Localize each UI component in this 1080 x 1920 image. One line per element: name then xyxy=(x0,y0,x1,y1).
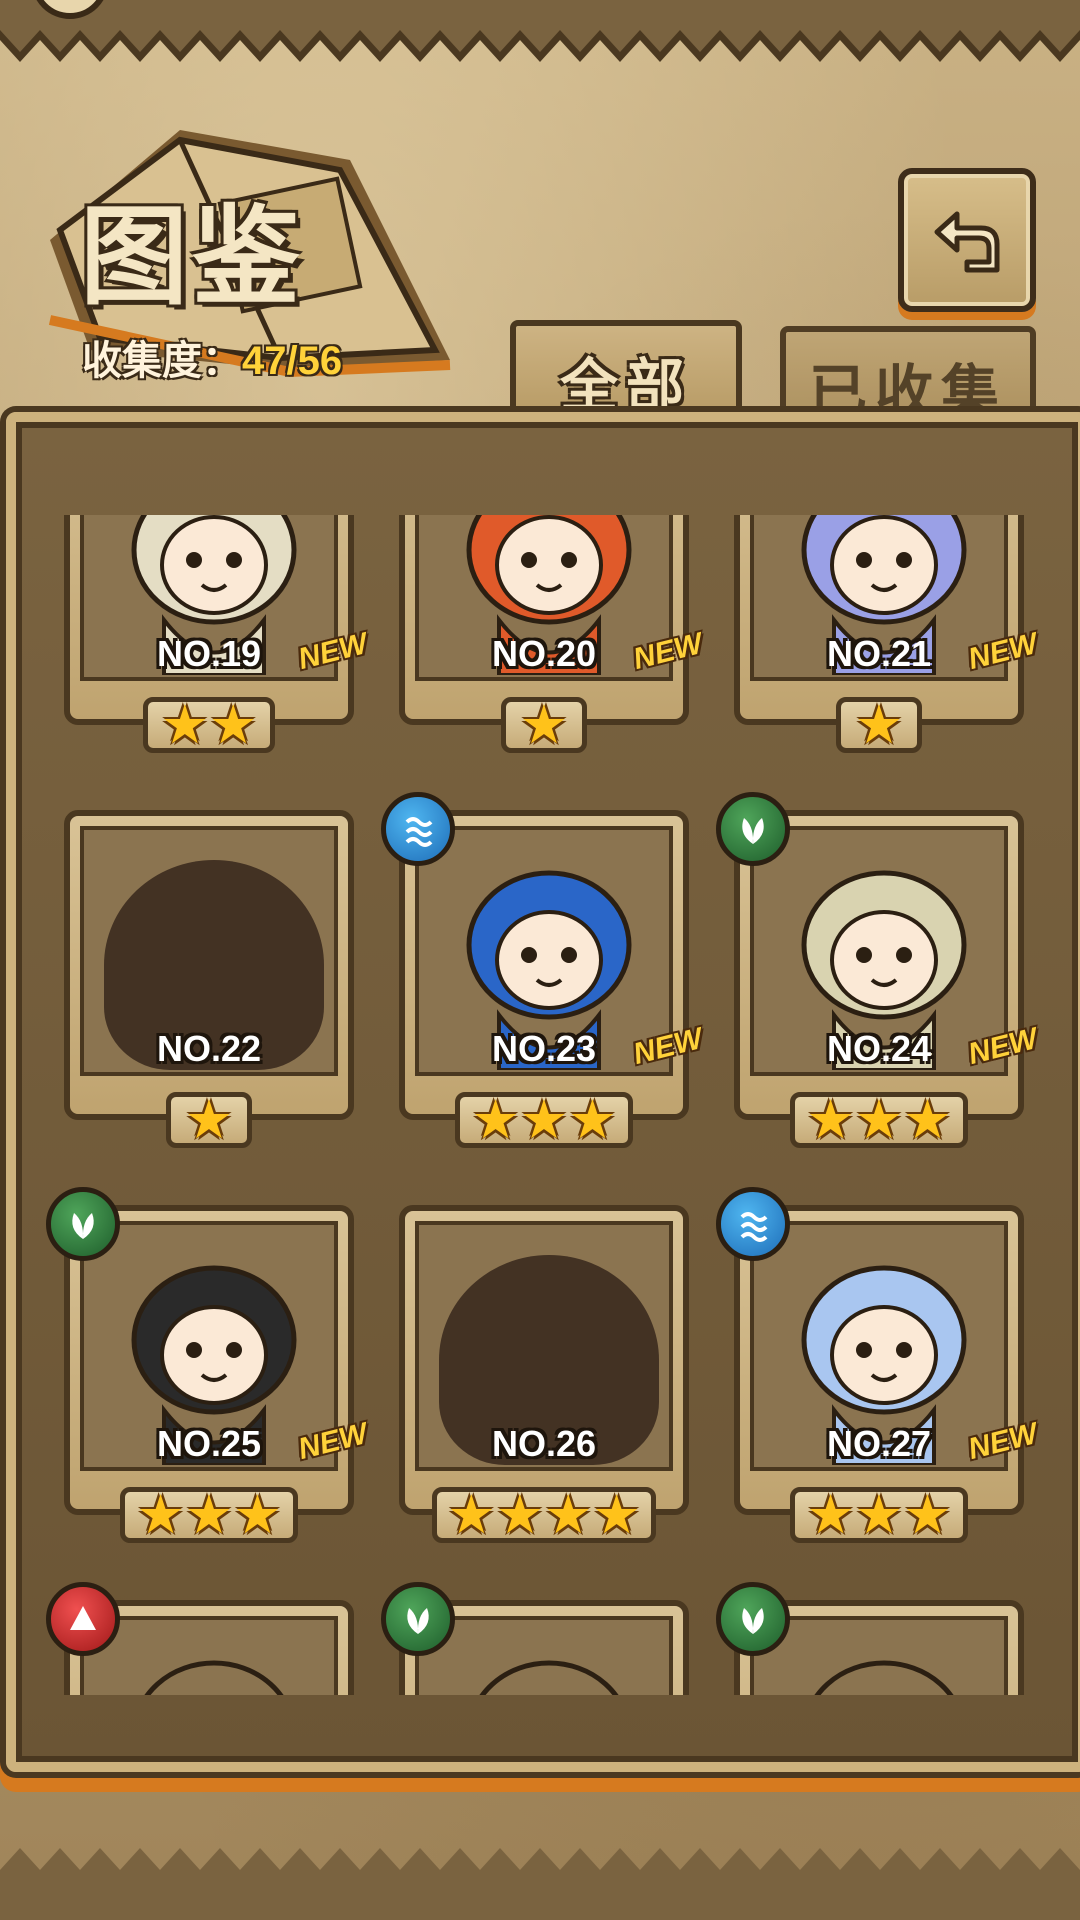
star-rating: ★ ★ ★ xyxy=(120,1487,298,1543)
star-icon: ★ xyxy=(184,1485,234,1545)
star-icon: ★ xyxy=(209,695,258,755)
star-rating: ★ ★ ★ xyxy=(790,1092,968,1148)
fire-element-icon xyxy=(46,1582,120,1656)
top-zigzag-border xyxy=(0,0,1080,62)
creature-card[interactable]: NO.21 NEW ★ xyxy=(734,515,1041,755)
star-icon: ★ xyxy=(544,1485,593,1545)
star-rating: ★ xyxy=(501,697,587,753)
star-icon: ★ xyxy=(495,1485,544,1545)
creature-card[interactable]: NO.25 NEW ★ ★ ★ xyxy=(46,1187,371,1545)
creature-art xyxy=(814,1660,954,1695)
water-element-icon xyxy=(716,1187,790,1261)
back-arrow-icon xyxy=(934,211,1000,273)
collection-value: 47/56 xyxy=(242,339,343,383)
creature-card[interactable]: NO.27 NEW ★ ★ ★ xyxy=(716,1187,1041,1545)
star-icon: ★ xyxy=(519,695,569,755)
star-rating: ★ xyxy=(836,697,922,753)
star-icon: ★ xyxy=(592,1485,641,1545)
top-left-button-icon[interactable] xyxy=(30,0,110,20)
star-icon: ★ xyxy=(903,1485,952,1545)
star-rating: ★ ★ ★ xyxy=(455,1092,633,1148)
star-icon: ★ xyxy=(233,1485,282,1545)
star-rating: ★ xyxy=(166,1092,252,1148)
creature-card[interactable] xyxy=(716,1582,1024,1695)
water-element-icon xyxy=(381,792,455,866)
bottom-zigzag-border xyxy=(0,1848,1080,1920)
star-rating: ★ ★ xyxy=(143,697,275,753)
star-icon: ★ xyxy=(854,695,904,755)
collection-progress: 收集度：47/56 xyxy=(82,328,342,386)
creature-card[interactable]: NO.24 NEW ★ ★ ★ xyxy=(716,792,1041,1150)
star-icon: ★ xyxy=(854,1090,904,1150)
card-grid[interactable]: NO.19 NEW ★ ★ NO.20 NEW ★ NO.21 NEW ★ NO.22 ★ NO.23 N… xyxy=(36,515,1044,1695)
star-icon: ★ xyxy=(806,1485,855,1545)
star-icon: ★ xyxy=(854,1485,904,1545)
creature-card[interactable]: NO.22 ★ xyxy=(64,810,354,1150)
creature-card[interactable] xyxy=(381,1582,689,1695)
creature-card[interactable] xyxy=(46,1582,354,1695)
star-icon: ★ xyxy=(806,1090,855,1150)
star-rating: ★ ★ ★ ★ xyxy=(432,1487,656,1543)
star-icon: ★ xyxy=(471,1090,520,1150)
creature-card[interactable]: NO.23 NEW ★ ★ ★ xyxy=(381,792,706,1150)
star-rating: ★ ★ ★ xyxy=(790,1487,968,1543)
card-number: NO.22 xyxy=(156,1028,262,1069)
star-icon: ★ xyxy=(184,1090,234,1150)
creature-card[interactable]: NO.19 NEW ★ ★ xyxy=(64,515,371,755)
collection-label: 收集度： xyxy=(82,339,242,383)
star-icon: ★ xyxy=(160,695,209,755)
page-title: 图鉴 xyxy=(80,194,305,320)
leaf-element-icon xyxy=(716,792,790,866)
star-icon: ★ xyxy=(519,1090,569,1150)
creature-art xyxy=(144,1660,284,1695)
card-number: NO.26 xyxy=(491,1423,597,1464)
creature-card[interactable]: NO.26 ★ ★ ★ ★ xyxy=(399,1205,689,1545)
star-icon: ★ xyxy=(447,1485,496,1545)
creature-card[interactable]: NO.20 NEW ★ xyxy=(399,515,706,755)
star-icon: ★ xyxy=(136,1485,185,1545)
star-icon: ★ xyxy=(568,1090,617,1150)
leaf-element-icon xyxy=(716,1582,790,1656)
leaf-element-icon xyxy=(46,1187,120,1261)
creature-art xyxy=(479,1660,619,1695)
leaf-element-icon xyxy=(381,1582,455,1656)
star-icon: ★ xyxy=(903,1090,952,1150)
back-button[interactable] xyxy=(898,168,1036,312)
